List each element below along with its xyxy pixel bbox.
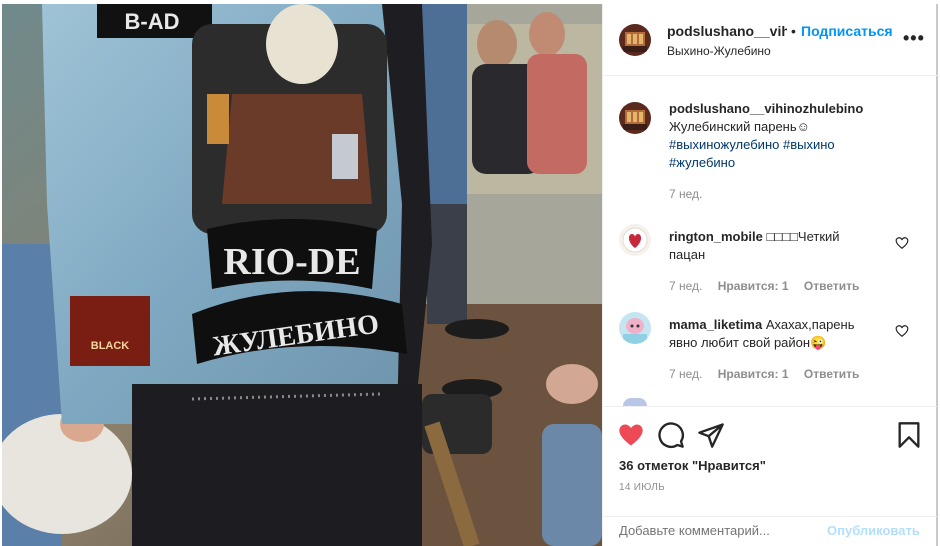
header-location[interactable]: Выхино-Жулебино xyxy=(667,44,771,58)
comment-time[interactable]: 7 нед. xyxy=(669,367,702,381)
likes-count[interactable]: 36 отметок "Нравится" xyxy=(619,458,766,473)
caption-meta: 7 нед. xyxy=(669,187,714,201)
share-icon[interactable] xyxy=(697,421,725,449)
next-comment-avatar xyxy=(623,398,647,406)
post-actions: 36 отметок "Нравится" 14 ИЮЛЬ xyxy=(603,406,937,516)
comment-icon[interactable] xyxy=(657,421,685,449)
caption: podslushano__vihinozhulebino Жулебинский… xyxy=(669,100,869,172)
add-comment-bar: Опубликовать xyxy=(603,516,937,546)
caption-time[interactable]: 7 нед. xyxy=(669,187,702,201)
caption-tag-2[interactable]: #выхино xyxy=(783,137,835,152)
bookmark-icon[interactable] xyxy=(895,421,923,449)
caption-text: Жулебинский парень☺ xyxy=(669,119,810,134)
comment-meta: 7 нед. Нравится: 1 Ответить xyxy=(669,367,871,381)
publish-button[interactable]: Опубликовать xyxy=(827,523,920,538)
top-edge xyxy=(0,0,940,4)
patch-rio-text: RIO-DE xyxy=(223,241,360,283)
post-side-panel: podslushano__vihinozhulebino • Подписать… xyxy=(602,4,939,546)
patch-top-text: B-AD xyxy=(125,9,180,34)
reply-button[interactable]: Ответить xyxy=(804,279,859,293)
comment-time[interactable]: 7 нед. xyxy=(669,279,702,293)
comment-body: mama_liketima Ахахах,парень явно любит с… xyxy=(669,316,869,352)
post-header: podslushano__vihinozhulebino • Подписать… xyxy=(603,4,939,76)
small-heart-icon[interactable] xyxy=(895,324,909,338)
patch-small-text: BLACK xyxy=(91,340,130,352)
comment-username[interactable]: mama_liketima xyxy=(669,317,762,332)
more-icon[interactable]: ••• xyxy=(903,28,925,49)
comment-avatar[interactable] xyxy=(619,312,651,344)
comment-username[interactable]: rington_mobile xyxy=(669,229,763,244)
caption-tag-1[interactable]: #выхиножулебино xyxy=(669,137,779,152)
caption-tag-3[interactable]: #жулебино xyxy=(669,154,869,172)
comment-likes[interactable]: Нравится: 1 xyxy=(718,279,789,293)
reply-button[interactable]: Ответить xyxy=(804,367,859,381)
comment-avatar[interactable] xyxy=(619,224,651,256)
header-dot: • xyxy=(791,23,796,39)
comment-body: rington_mobile □□□□Четкий пацан xyxy=(669,228,869,264)
comment-input[interactable] xyxy=(619,523,799,538)
header-username[interactable]: podslushano__vihinozhulebino xyxy=(667,23,787,39)
comments-list[interactable]: podslushano__vihinozhulebino Жулебинский… xyxy=(603,76,937,406)
post-date[interactable]: 14 ИЮЛЬ xyxy=(619,482,665,493)
small-heart-icon[interactable] xyxy=(895,236,909,250)
caption-username[interactable]: podslushano__vihinozhulebino xyxy=(669,101,863,116)
comment-likes[interactable]: Нравится: 1 xyxy=(718,367,789,381)
caption-avatar[interactable] xyxy=(619,102,651,134)
author-avatar[interactable] xyxy=(619,24,651,56)
post-photo[interactable]: B-AD RIO-DE ЖУЛЕБИНО BLACK xyxy=(2,4,602,546)
heart-icon[interactable] xyxy=(617,421,645,449)
comment-meta: 7 нед. Нравится: 1 Ответить xyxy=(669,279,871,293)
follow-button[interactable]: Подписаться xyxy=(801,23,893,39)
post-modal: B-AD RIO-DE ЖУЛЕБИНО BLACK podslushano__… xyxy=(0,0,940,546)
